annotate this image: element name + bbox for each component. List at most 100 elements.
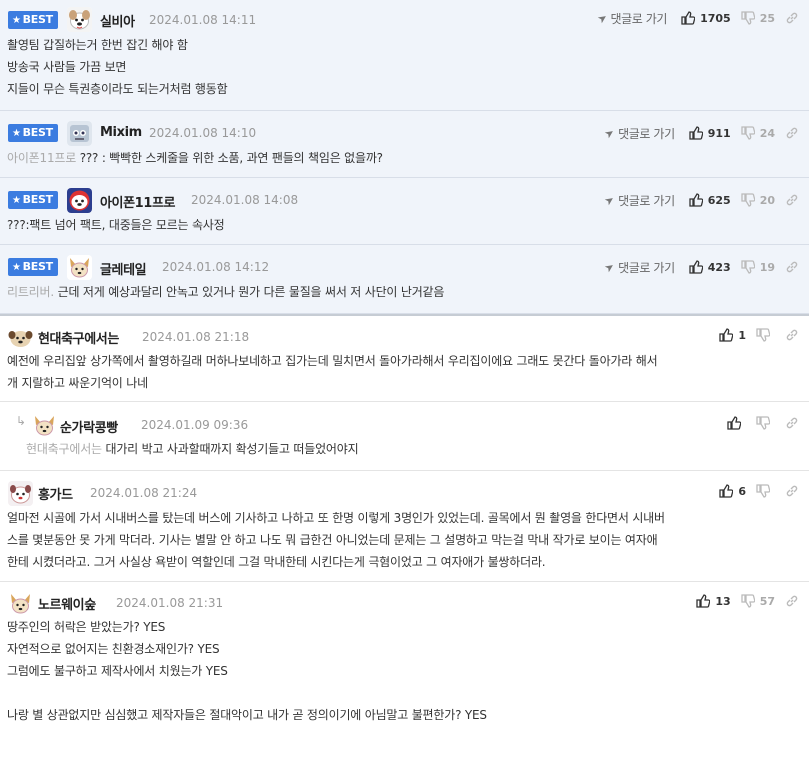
reply-arrow-icon: ↳ (16, 414, 27, 428)
comment-line: 나랑 별 상관없지만 심심했고 제작자들은 절대악이고 내가 곧 정의이기에 아… (7, 708, 487, 722)
best-label: BEST (22, 13, 53, 26)
downvote-button[interactable]: 25 (741, 11, 775, 25)
mention[interactable]: 아이폰11프로 (7, 151, 76, 165)
link-icon[interactable] (785, 126, 799, 140)
timestamp: 2024.01.08 21:24 (90, 486, 198, 500)
best-label: BEST (22, 260, 53, 273)
link-icon[interactable] (785, 484, 799, 498)
upvote-button[interactable]: 911 (689, 126, 731, 140)
mention[interactable]: 리트리버. (7, 285, 54, 299)
downvote-button[interactable]: 24 (741, 126, 775, 140)
comment-header: 노르웨이숲 2024.01.08 21:31 13 57 (7, 582, 802, 620)
thumbs-up-icon (719, 328, 734, 342)
comment-header: ★ BEST 글레테일 2024.01.08 14:12 ➤ 댓글로 가기 423 … (7, 245, 802, 285)
best-comment: ★ BEST 아이폰11프로 2024.01.08 14:08 ➤ 댓글로 가기 6… (0, 178, 809, 245)
goto-comment-link[interactable]: ➤ 댓글로 가기 (602, 259, 675, 276)
upvote-button[interactable]: 625 (689, 193, 731, 207)
timestamp: 2024.01.08 21:18 (142, 330, 250, 344)
upvote-button[interactable]: 13 (696, 594, 731, 608)
comment-line: 스를 몇분동안 못 가게 막더라. 기사는 별말 안 하고 나도 뭐 급한건 아… (7, 533, 658, 547)
upvote-button[interactable] (727, 416, 746, 430)
comment-text: 대가리 박고 사과할때까지 확성기들고 떠들었어야지 (101, 442, 359, 456)
comment-body: 현대축구에서는 대가리 박고 사과할때까지 확성기들고 떠들었어야지 (26, 438, 802, 470)
nickname[interactable]: 실비아 (100, 11, 135, 30)
nickname[interactable]: 현대축구에서는 (38, 328, 119, 347)
avatar[interactable] (67, 255, 92, 280)
upvote-count: 13 (715, 594, 731, 608)
comment-line: 한테 시켰더라고. 그거 사실상 욕받이 역할인데 그걸 막내한테 시킨다는게 … (7, 555, 546, 569)
link-icon[interactable] (785, 260, 799, 274)
link-icon[interactable] (785, 11, 799, 25)
link-icon[interactable] (785, 594, 799, 608)
upvote-button[interactable]: 6 (719, 484, 746, 498)
comment-actions: 6 (719, 482, 802, 500)
goto-comment-link[interactable]: ➤ 댓글로 가기 (602, 192, 675, 209)
goto-comment-link[interactable]: ➤ 댓글로 가기 (602, 125, 675, 142)
downvote-button[interactable] (756, 328, 775, 342)
comment-body: 예전에 우리집앞 상가쪽에서 촬영하길래 머하나보네하고 집가는데 밀치면서 돌… (7, 350, 802, 401)
comment-list: ★ BEST 실비아 2024.01.08 14:11 ➤ 댓글로 가기 1705 … (0, 0, 809, 736)
link-icon[interactable] (785, 193, 799, 207)
comment-text: ???:팩트 넘어 팩트, 대중들은 모르는 속사정 (7, 218, 225, 232)
downvote-button[interactable]: 20 (741, 193, 775, 207)
upvote-count: 1 (738, 328, 746, 342)
comment-body: 땅주인의 허락은 받았는가? YES 자연적으로 없어지는 친환경소재인가? Y… (7, 616, 802, 736)
avatar[interactable] (32, 413, 57, 438)
thumbs-down-icon (756, 416, 770, 430)
comment-line: 얼마전 시골에 가서 시내버스를 탔는데 버스에 기사하고 나하고 또 한명 이… (7, 511, 665, 525)
goto-comment-link[interactable]: ➤ 댓글로 가기 (595, 10, 668, 27)
thumbs-down-icon (741, 11, 755, 25)
comment-header: 현대축구에서는 2024.01.08 21:18 1 (7, 316, 802, 354)
thumbs-up-icon (689, 260, 703, 274)
star-icon: ★ (12, 195, 21, 206)
upvote-button[interactable]: 1705 (681, 11, 731, 25)
timestamp: 2024.01.08 14:12 (162, 260, 270, 274)
mention[interactable]: 현대축구에서는 (26, 442, 102, 456)
avatar[interactable] (67, 188, 92, 213)
avatar[interactable] (8, 591, 33, 616)
avatar[interactable] (67, 7, 92, 32)
nickname[interactable]: 홍가드 (38, 484, 73, 503)
comment-line: 촬영팀 갑질하는거 한번 잡긴 해야 함 (7, 38, 188, 52)
link-icon[interactable] (785, 416, 799, 430)
comment-actions: ➤ 댓글로 가기 423 19 (602, 258, 802, 276)
avatar[interactable] (8, 481, 33, 506)
link-icon[interactable] (785, 328, 799, 342)
thumbs-up-icon (681, 11, 696, 25)
goto-label: 댓글로 가기 (618, 126, 675, 141)
timestamp: 2024.01.08 21:31 (116, 596, 224, 610)
comment-line: 방송국 사람들 가끔 보면 (7, 60, 127, 74)
upvote-count: 911 (707, 126, 731, 140)
avatar[interactable] (67, 121, 92, 146)
upvote-count: 6 (738, 484, 746, 498)
comment-header: ★ BEST 실비아 2024.01.08 14:11 ➤ 댓글로 가기 1705 … (7, 0, 802, 36)
nickname[interactable]: 아이폰11프로 (100, 192, 175, 211)
timestamp: 2024.01.08 14:10 (149, 126, 257, 140)
avatar[interactable] (8, 325, 33, 350)
nickname[interactable]: 순가락콩빵 (60, 417, 118, 436)
upvote-count: 625 (707, 193, 731, 207)
downvote-button[interactable] (756, 484, 775, 498)
nickname[interactable]: 노르웨이숲 (38, 594, 96, 613)
comment-body: 리트리버. 근데 저게 예상과달리 안녹고 있거나 뭔가 다른 물질을 써서 저… (7, 281, 802, 313)
upvote-button[interactable]: 1 (719, 328, 746, 342)
upvote-button[interactable]: 423 (689, 260, 731, 274)
timestamp: 2024.01.08 14:08 (191, 193, 299, 207)
nickname[interactable]: Mixim (100, 125, 142, 140)
thumbs-up-icon (719, 484, 734, 498)
downvote-button[interactable] (756, 416, 775, 430)
comment-text: 근데 저게 예상과달리 안녹고 있거나 뭔가 다른 물질을 써서 저 사단이 난… (53, 285, 445, 299)
upvote-count: 1705 (700, 11, 731, 25)
upvote-count: 423 (707, 260, 731, 274)
comment-body: ???:팩트 넘어 팩트, 대중들은 모르는 속사정 (7, 214, 802, 244)
thumbs-down-icon (741, 260, 755, 274)
nickname[interactable]: 글레테일 (100, 259, 147, 278)
best-comment: ★ BEST 글레테일 2024.01.08 14:12 ➤ 댓글로 가기 423 … (0, 245, 809, 314)
downvote-button[interactable]: 57 (741, 594, 775, 608)
comment-line: 그럼에도 불구하고 제작사에서 치웠는가 YES (7, 664, 228, 678)
arrow-icon: ➤ (602, 192, 618, 208)
arrow-icon: ➤ (602, 259, 618, 275)
goto-label: 댓글로 가기 (618, 193, 675, 208)
downvote-button[interactable]: 19 (741, 260, 775, 274)
reply-comment: ↳ 순가락콩빵 2024.01.09 09:36 현대축구에서는 대가리 박고 … (0, 402, 809, 471)
